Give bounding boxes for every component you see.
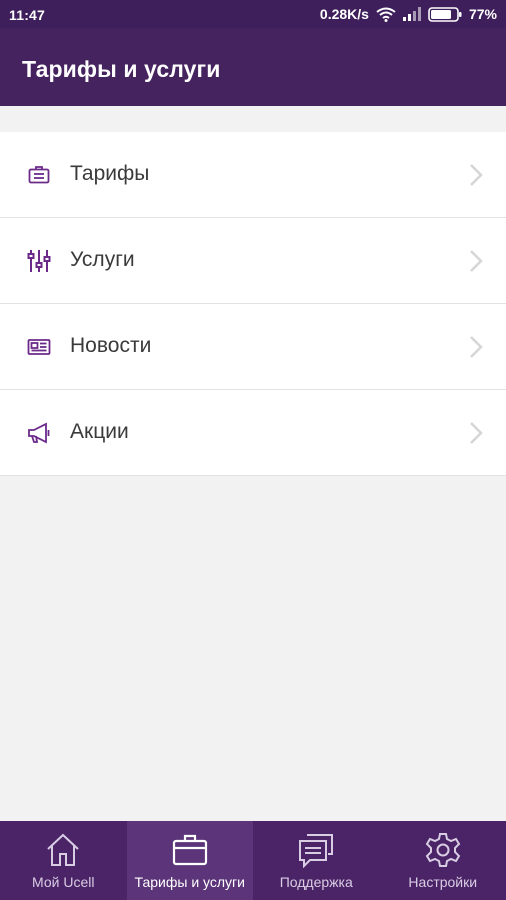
home-icon <box>45 832 81 868</box>
network-speed: 0.28K/s <box>319 6 369 22</box>
tariff-badge-icon <box>27 163 51 187</box>
nav-tab-label: Мой Ucell <box>32 874 95 890</box>
nav-tab-label: Тарифы и услуги <box>134 874 245 890</box>
signal-icon <box>402 7 421 21</box>
status-time: 11:47 <box>9 7 46 23</box>
nav-tab-settings[interactable]: Настройки <box>380 821 506 900</box>
bottom-nav: Мой Ucell Тарифы и услуги Поддержка Наст… <box>0 821 506 900</box>
menu-item-label: Новости <box>70 334 152 357</box>
menu-list: Тарифы Услуги Новости Акции <box>0 132 506 476</box>
nav-tab-tariffs-services[interactable]: Тарифы и услуги <box>126 821 253 900</box>
megaphone-icon <box>27 421 51 445</box>
gear-icon <box>425 832 461 868</box>
battery-percent: 77% <box>468 6 497 22</box>
status-indicators: 0.28K/s 77% <box>320 6 497 22</box>
menu-item-services[interactable]: Услуги <box>0 218 506 304</box>
chevron-right-icon <box>468 249 484 273</box>
nav-tab-my-ucell[interactable]: Мой Ucell <box>0 821 127 900</box>
chevron-right-icon <box>468 335 484 359</box>
chevron-right-icon <box>468 163 484 187</box>
nav-tab-label: Настройки <box>408 874 478 890</box>
status-bar: 11:47 0.28K/s 77% <box>0 0 506 28</box>
newspaper-icon <box>27 335 51 359</box>
menu-item-news[interactable]: Новости <box>0 304 506 390</box>
content-area: Тарифы Услуги Новости Акции <box>0 106 506 821</box>
briefcase-icon <box>172 832 208 868</box>
page-title: Тарифы и услуги <box>22 56 221 82</box>
app-bar: Тарифы и услуги <box>0 28 506 106</box>
sliders-icon <box>27 249 51 273</box>
chat-icon <box>298 832 334 869</box>
battery-icon <box>428 6 462 22</box>
menu-item-label: Услуги <box>70 248 135 271</box>
nav-tab-support[interactable]: Поддержка <box>253 821 380 900</box>
menu-item-tariffs[interactable]: Тарифы <box>0 132 506 218</box>
menu-item-label: Тарифы <box>70 162 150 185</box>
menu-item-label: Акции <box>70 420 129 443</box>
menu-item-promotions[interactable]: Акции <box>0 390 506 476</box>
nav-tab-label: Поддержка <box>279 874 353 890</box>
chevron-right-icon <box>468 421 484 445</box>
wifi-icon <box>376 7 396 22</box>
